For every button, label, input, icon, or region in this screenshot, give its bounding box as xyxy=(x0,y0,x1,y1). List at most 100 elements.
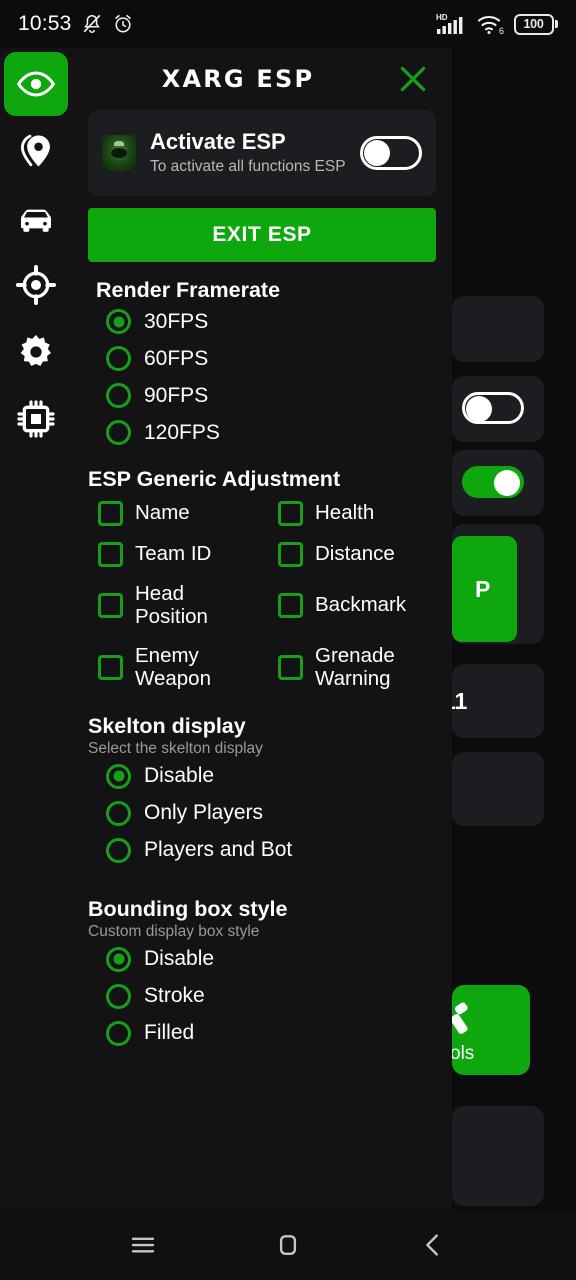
radio-label: 60FPS xyxy=(144,346,209,370)
bounding-box-heading: Bounding box style xyxy=(88,896,288,921)
checkbox-distance[interactable]: Distance xyxy=(268,535,436,574)
radio-indicator xyxy=(106,420,131,445)
checkbox-backmark[interactable]: Backmark xyxy=(268,576,436,636)
wrench-icon xyxy=(452,1002,468,1034)
checkbox-enemy-weapon[interactable]: Enemy Weapon xyxy=(88,638,256,698)
radio-indicator xyxy=(106,383,131,408)
sidebar-item-aim[interactable] xyxy=(4,253,68,317)
sidebar-item-settings[interactable] xyxy=(4,320,68,384)
crosshair-icon xyxy=(16,265,56,305)
menu-icon xyxy=(131,1237,154,1253)
background-card xyxy=(452,296,544,362)
checkbox-head-position[interactable]: Head Position xyxy=(88,576,256,636)
checkbox-indicator xyxy=(98,593,123,619)
checkbox-indicator xyxy=(98,501,123,526)
sidebar-item-location[interactable] xyxy=(4,119,68,183)
skelton-display-heading: Skelton display xyxy=(88,713,246,738)
checkbox-label: Backmark xyxy=(315,593,407,617)
radio-box-disable[interactable]: Disable xyxy=(88,941,436,978)
background-green-button-label: P xyxy=(475,576,491,602)
background-card xyxy=(452,1106,544,1206)
checkbox-indicator xyxy=(278,655,303,681)
checkbox-grenade-warning[interactable]: Grenade Warning xyxy=(268,638,436,698)
car-icon xyxy=(21,209,51,232)
radio-indicator xyxy=(106,983,131,1009)
radio-90fps[interactable]: 90FPS xyxy=(88,377,436,414)
checkbox-label: Head Position xyxy=(135,582,208,628)
radio-indicator xyxy=(106,800,131,826)
alarm-clock-icon xyxy=(114,14,131,33)
background-toggle-on[interactable] xyxy=(462,466,524,498)
sidebar-item-esp[interactable] xyxy=(4,52,68,116)
activate-esp-title: Activate ESP xyxy=(150,129,286,155)
radio-60fps[interactable]: 60FPS xyxy=(88,340,436,377)
svg-text:HD: HD xyxy=(436,13,448,22)
checkbox-health[interactable]: Health xyxy=(268,494,436,533)
nav-home-button[interactable] xyxy=(262,1219,314,1271)
exit-esp-button[interactable]: EXIT ESP xyxy=(88,208,436,262)
sidebar-item-vehicle[interactable] xyxy=(4,186,68,250)
radio-label: Players and Bot xyxy=(144,838,293,862)
radio-label: 90FPS xyxy=(144,383,209,407)
sidebar-item-memory[interactable] xyxy=(4,387,68,451)
radio-label: 30FPS xyxy=(144,309,209,333)
checkbox-indicator xyxy=(98,655,123,681)
activate-esp-toggle[interactable] xyxy=(360,136,422,170)
background-tools-label: ols xyxy=(450,1043,475,1064)
checkbox-indicator xyxy=(278,501,303,526)
radio-label: Only Players xyxy=(144,801,264,825)
battery-icon: 100 xyxy=(513,13,558,35)
nav-back-button[interactable] xyxy=(407,1219,459,1271)
radio-120fps[interactable]: 120FPS xyxy=(88,414,436,451)
chevron-left-icon xyxy=(426,1234,439,1256)
app-thumbnail-icon xyxy=(102,135,136,171)
radio-30fps[interactable]: 30FPS xyxy=(88,303,436,340)
radio-box-filled[interactable]: Filled xyxy=(88,1015,436,1052)
activate-esp-card: Activate ESP To activate all functions E… xyxy=(88,110,436,196)
checkbox-label: Name xyxy=(135,501,190,525)
radio-label: 120FPS xyxy=(144,420,220,444)
checkbox-indicator xyxy=(98,542,123,567)
background-card xyxy=(452,752,544,826)
checkbox-name[interactable]: Name xyxy=(88,494,256,533)
radio-skelton-only-players[interactable]: Only Players xyxy=(88,795,436,832)
radio-indicator xyxy=(106,763,131,789)
radio-skelton-players-and-bot[interactable]: Players and Bot xyxy=(88,832,436,869)
radio-skelton-disable[interactable]: Disable xyxy=(88,758,436,795)
map-pin-icon xyxy=(20,134,50,167)
signal-bars-icon: HD xyxy=(436,13,462,34)
wifi6-icon: 6 xyxy=(477,16,504,36)
page-title: XARG ESP xyxy=(161,65,315,93)
render-framerate-group: 30FPS 60FPS 90FPS 120FPS xyxy=(88,303,436,451)
android-navigation-bar xyxy=(0,1210,576,1280)
svg-text:6: 6 xyxy=(499,26,504,36)
home-square-icon xyxy=(279,1235,297,1255)
close-icon[interactable] xyxy=(396,62,430,96)
checkbox-label: Enemy Weapon xyxy=(135,643,211,690)
skelton-display-group: Disable Only Players Players and Bot xyxy=(88,758,436,869)
checkbox-label: Distance xyxy=(315,542,395,566)
checkbox-label: Health xyxy=(315,501,375,525)
generic-adjustment-heading: ESP Generic Adjustment xyxy=(88,467,341,491)
gear-icon xyxy=(20,335,51,366)
checkbox-label: Grenade Warning xyxy=(315,643,395,690)
bounding-box-subtitle: Custom display box style xyxy=(88,922,260,940)
radio-label: Filled xyxy=(144,1021,195,1045)
skelton-display-subtitle: Select the skelton display xyxy=(88,739,263,757)
nav-recents-button[interactable] xyxy=(117,1219,169,1271)
radio-indicator xyxy=(106,309,131,334)
bounding-box-group: Disable Stroke Filled xyxy=(88,941,436,1052)
background-toggle-off[interactable] xyxy=(462,392,524,424)
radio-label: Stroke xyxy=(144,984,205,1008)
status-bar: 10:53 HD 6 100 xyxy=(0,0,576,48)
radio-indicator xyxy=(106,1020,131,1046)
phone-screen: P 11 ols 10:53 HD 6 100 XARG ESP Activat… xyxy=(0,0,576,1280)
render-framerate-heading: Render Framerate xyxy=(96,278,281,302)
radio-box-stroke[interactable]: Stroke xyxy=(88,978,436,1015)
sidebar xyxy=(0,48,72,1210)
radio-label: Disable xyxy=(144,947,215,971)
radio-label: Disable xyxy=(144,764,215,788)
checkbox-indicator xyxy=(278,542,303,567)
radio-indicator xyxy=(106,837,131,863)
checkbox-team-id[interactable]: Team ID xyxy=(88,535,256,574)
